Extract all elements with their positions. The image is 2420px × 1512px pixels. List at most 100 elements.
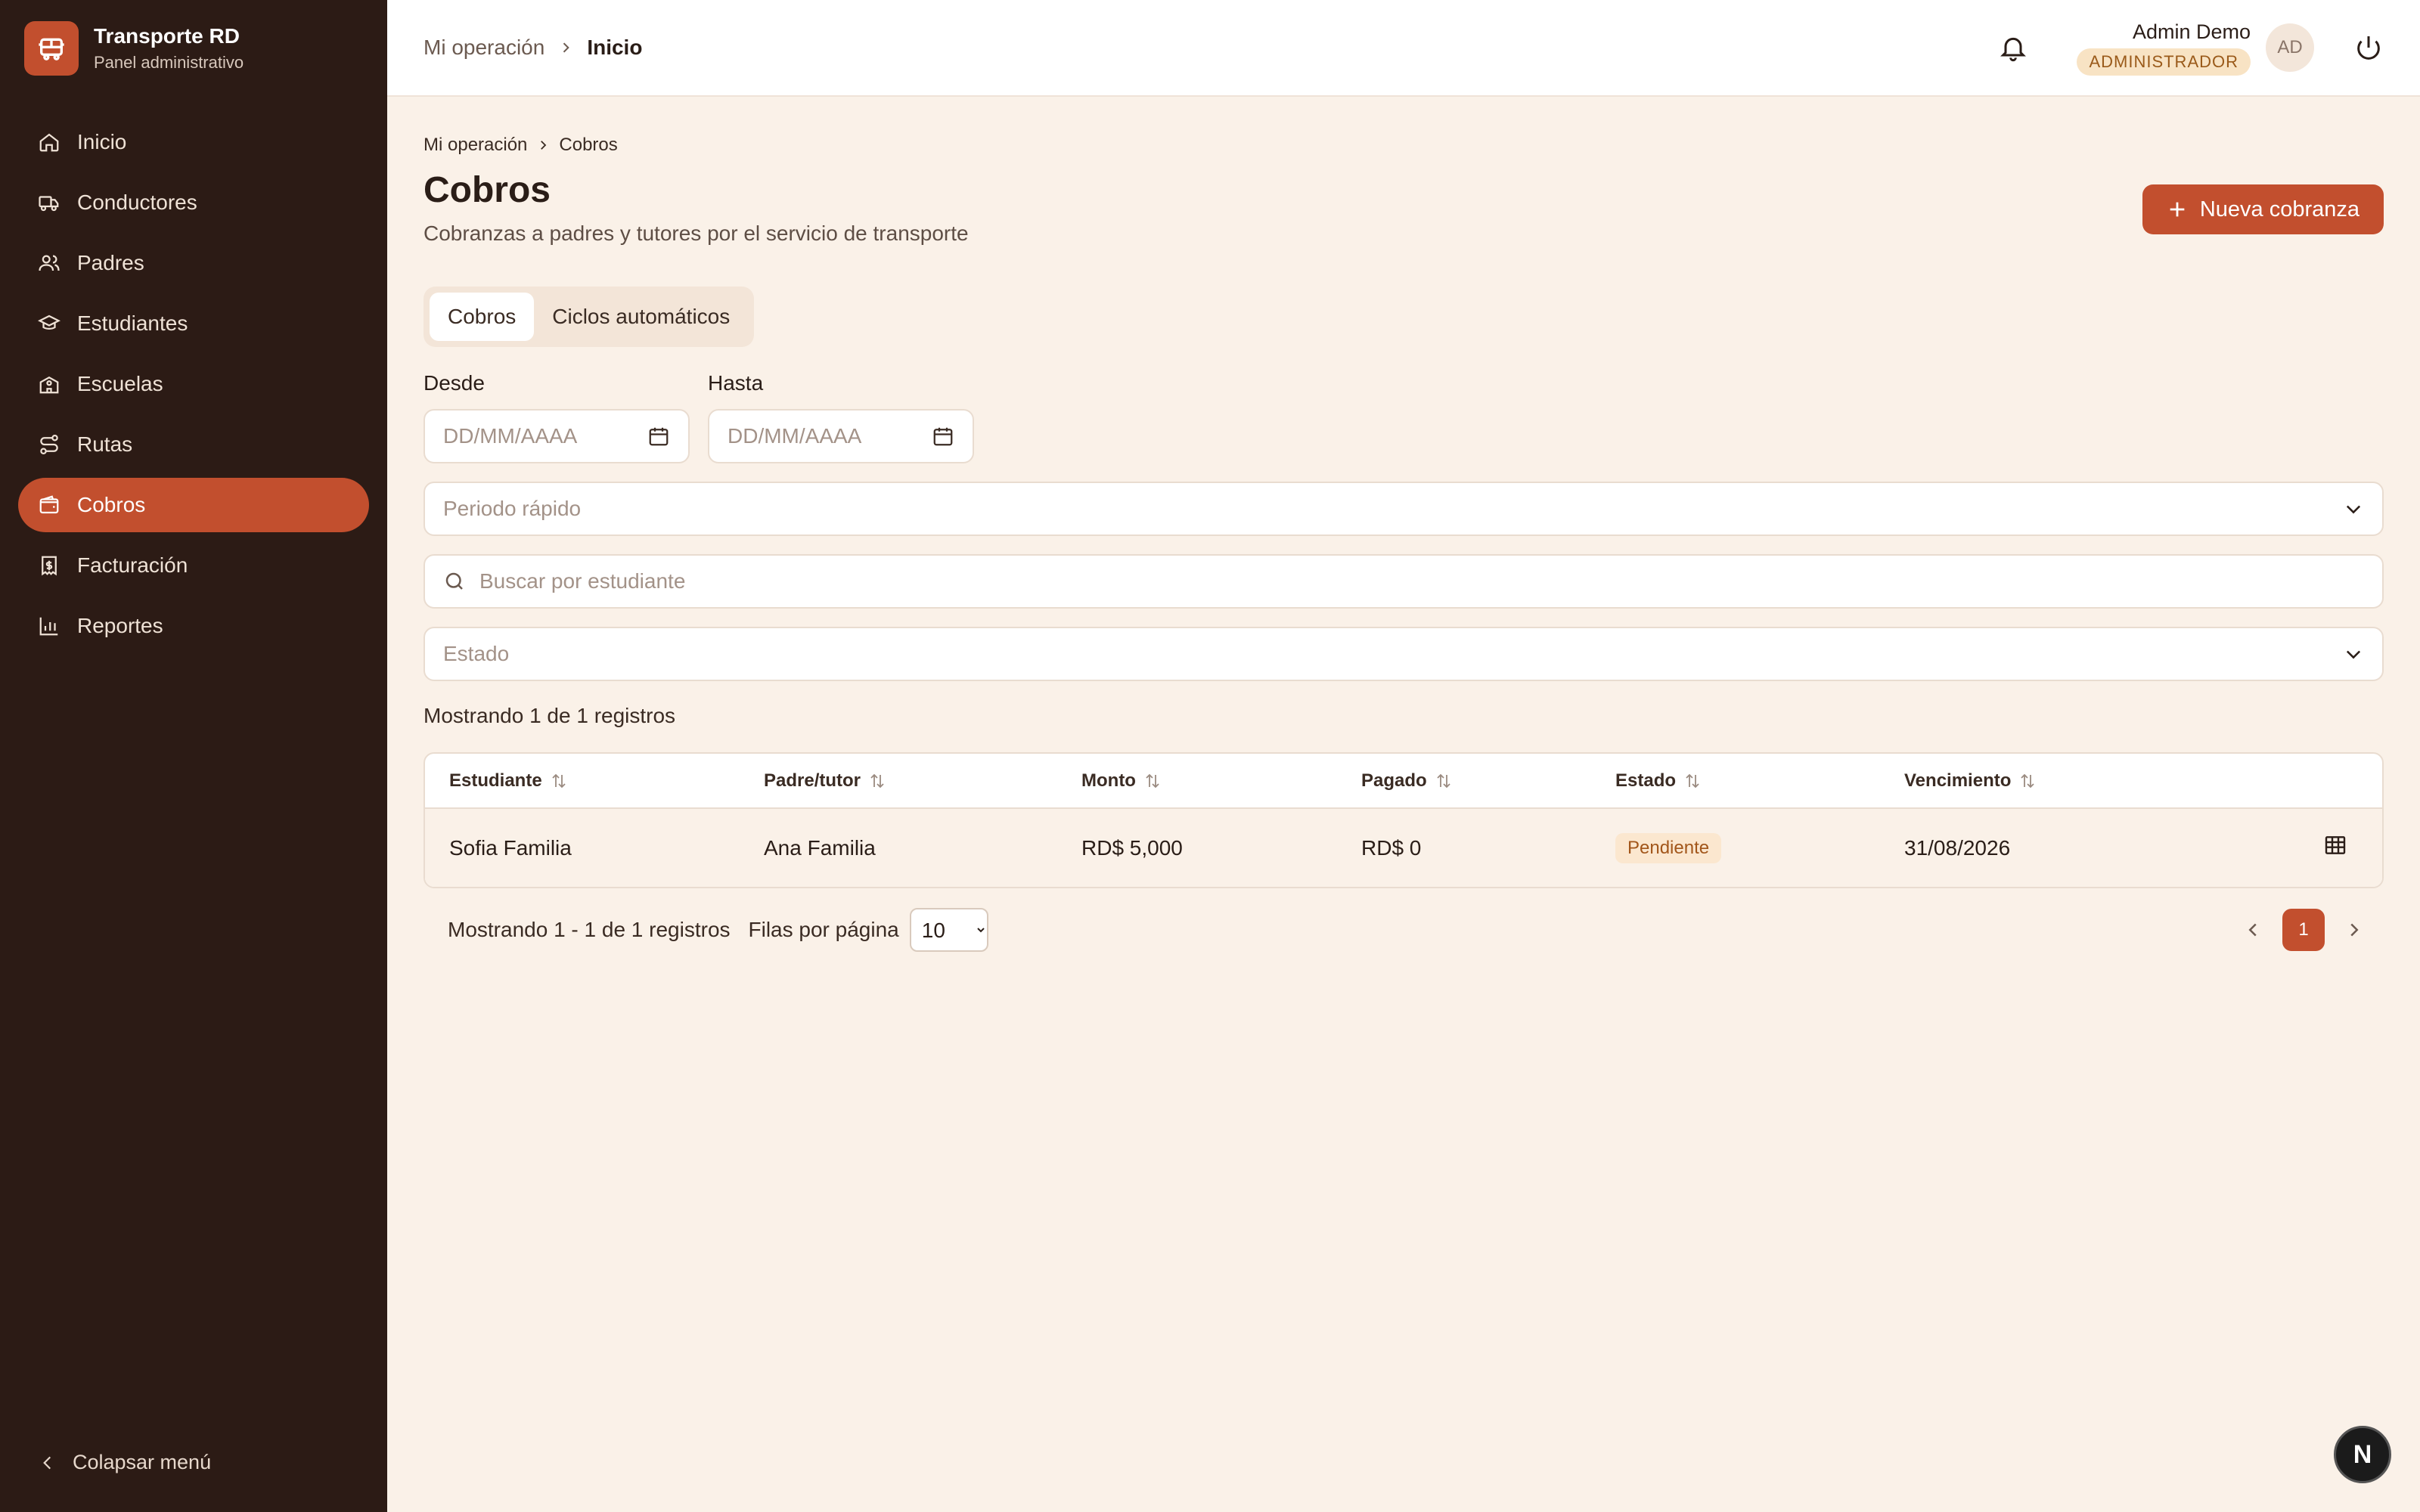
table-grid-icon[interactable]	[2323, 833, 2347, 857]
from-date-label: Desde	[424, 371, 485, 395]
page-subtitle: Cobranzas a padres y tutores por el serv…	[424, 222, 969, 245]
sort-icon	[1686, 773, 1699, 789]
floating-assistant-button[interactable]: N	[2334, 1426, 2391, 1483]
sort-icon	[1146, 773, 1159, 789]
chevron-down-icon	[2346, 505, 2361, 514]
main-area: Mi operación Inicio Admin Demo ADMINISTR…	[387, 0, 2420, 1512]
quick-period-select[interactable]: Periodo rápido	[424, 482, 2384, 536]
brand: Transporte RD Panel administrativo	[0, 0, 387, 97]
sidebar-item-padres[interactable]: Padres	[18, 236, 369, 290]
column-header-actions	[2299, 754, 2382, 809]
plus-icon	[2170, 202, 2185, 217]
cell-amount: RD$ 5,000	[1057, 808, 1337, 887]
column-header-monto[interactable]: Monto	[1057, 754, 1337, 809]
rows-per-page-select[interactable]: 10	[909, 908, 988, 952]
route-icon	[40, 435, 58, 454]
page-controls: 1	[2223, 909, 2384, 951]
student-search-input[interactable]	[479, 569, 2364, 593]
tab-ciclos-automaticos[interactable]: Ciclos automáticos	[534, 293, 748, 341]
topbar: Mi operación Inicio Admin Demo ADMINISTR…	[387, 0, 2420, 97]
calendar-icon[interactable]	[647, 425, 670, 448]
new-charge-button[interactable]: Nueva cobranza	[2142, 184, 2384, 234]
cell-due-date: 31/08/2026	[1880, 808, 2299, 887]
collapse-menu-button[interactable]: Colapsar menú	[38, 1451, 211, 1474]
chevron-right-icon	[563, 42, 570, 53]
sidebar-item-cobros[interactable]: Cobros	[18, 478, 369, 532]
sidebar-item-conductores[interactable]: Conductores	[18, 175, 369, 230]
brand-title: Transporte RD	[94, 24, 240, 48]
from-date-input[interactable]: DD/MM/AAAA	[424, 409, 690, 463]
column-header-pagado[interactable]: Pagado	[1337, 754, 1591, 809]
graduation-cap-icon	[38, 314, 60, 330]
tab-cobros[interactable]: Cobros	[430, 293, 535, 341]
users-icon	[39, 255, 60, 271]
table-header-row: Estudiante Padre/tutor Monto Pagado Esta…	[425, 754, 2382, 809]
user-name: Admin Demo	[2132, 20, 2251, 43]
truck-icon	[39, 196, 59, 212]
column-header-vencimiento[interactable]: Vencimiento	[1880, 754, 2299, 809]
bell-icon[interactable]	[1998, 33, 2028, 63]
quick-period-placeholder: Periodo rápido	[443, 497, 582, 520]
records-summary: Mostrando 1 de 1 registros	[424, 704, 676, 727]
chevron-left-icon	[43, 1456, 51, 1469]
sort-icon	[552, 773, 566, 789]
cell-paid: RD$ 0	[1337, 808, 1591, 887]
to-date-placeholder: DD/MM/AAAA	[728, 424, 862, 448]
breadcrumb-item-inicio: Inicio	[587, 36, 643, 59]
column-header-estudiante[interactable]: Estudiante	[425, 754, 740, 809]
cell-actions	[2299, 808, 2382, 887]
previous-page-icon[interactable]	[2242, 919, 2264, 941]
column-header-estado[interactable]: Estado	[1591, 754, 1880, 809]
avatar[interactable]: AD	[2266, 23, 2314, 72]
page-title: Cobros	[424, 170, 551, 210]
status-select[interactable]: Estado	[424, 627, 2384, 681]
chevron-right-icon	[541, 141, 547, 150]
status-badge: Pendiente	[1615, 832, 1722, 863]
sidebar-item-label: Conductores	[77, 191, 197, 214]
to-date-input[interactable]: DD/MM/AAAA	[708, 409, 974, 463]
sidebar-item-escuelas[interactable]: Escuelas	[18, 357, 369, 411]
calendar-icon[interactable]	[932, 425, 954, 448]
pagination-range: Mostrando 1 - 1 de 1 registros	[448, 918, 731, 941]
next-page-icon[interactable]	[2343, 919, 2366, 941]
sidebar-item-label: Inicio	[77, 130, 127, 153]
breadcrumb-item-mi-operacion[interactable]: Mi operación	[424, 36, 544, 60]
page-content: Mi operación Cobros Cobros Cobranzas a p…	[387, 97, 2420, 952]
brand-subtitle: Panel administrativo	[94, 53, 244, 72]
sidebar-item-label: Escuelas	[77, 372, 163, 395]
sidebar-item-label: Cobros	[77, 493, 146, 516]
school-icon	[39, 376, 59, 394]
page-number-button[interactable]: 1	[2282, 909, 2325, 951]
sidebar-item-reportes[interactable]: Reportes	[18, 599, 369, 653]
sidebar-item-rutas[interactable]: Rutas	[18, 417, 369, 472]
cell-student: Sofia Familia	[425, 808, 740, 887]
sidebar: Transporte RD Panel administrativo Inici…	[0, 0, 387, 1512]
pagination: Mostrando 1 - 1 de 1 registros Filas por…	[424, 908, 2384, 952]
sidebar-item-facturacion[interactable]: Facturación	[18, 538, 369, 593]
collapse-menu-label: Colapsar menú	[73, 1451, 212, 1473]
sidebar-item-inicio[interactable]: Inicio	[18, 115, 369, 169]
sidebar-item-estudiantes[interactable]: Estudiantes	[18, 296, 369, 351]
tabs: Cobros Ciclos automáticos	[424, 287, 755, 347]
table-row[interactable]: Sofia Familia Ana Familia RD$ 5,000 RD$ …	[425, 808, 2382, 887]
sidebar-item-label: Estudiantes	[77, 311, 188, 335]
bar-chart-icon	[39, 617, 58, 636]
new-charge-label: Nueva cobranza	[2199, 197, 2360, 222]
wallet-icon	[39, 495, 59, 514]
home-icon	[39, 133, 59, 152]
sidebar-item-label: Rutas	[77, 432, 133, 456]
cell-status: Pendiente	[1591, 808, 1880, 887]
receipt-icon	[42, 556, 57, 576]
sort-icon	[1437, 773, 1450, 789]
page-breadcrumb-item-mi-operacion[interactable]: Mi operación	[424, 135, 527, 156]
power-icon[interactable]	[2353, 33, 2384, 63]
sort-icon	[870, 773, 884, 789]
rows-per-page-label: Filas por página	[748, 918, 899, 941]
sidebar-item-label: Reportes	[77, 614, 163, 637]
chevron-down-icon	[2346, 650, 2361, 659]
role-badge: ADMINISTRADOR	[2077, 48, 2251, 76]
to-date-label: Hasta	[708, 371, 764, 395]
student-search[interactable]	[424, 554, 2384, 609]
column-header-padre-tutor[interactable]: Padre/tutor	[740, 754, 1057, 809]
sidebar-item-label: Facturación	[77, 553, 188, 577]
